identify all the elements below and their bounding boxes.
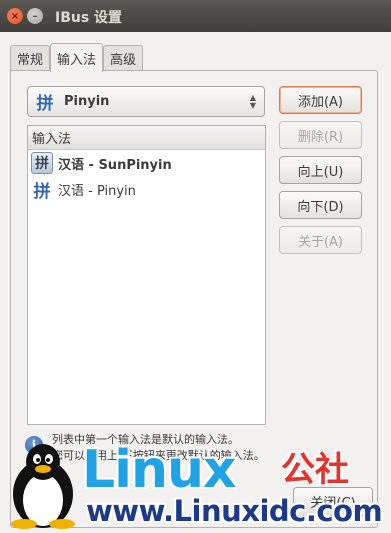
watermark-brand-cn: 公社: [281, 450, 349, 490]
remove-button[interactable]: 删除(R): [279, 121, 362, 149]
input-method-select[interactable]: 拼 Pinyin ▲ ▼: [27, 86, 265, 117]
input-method-select-value: Pinyin: [64, 94, 110, 109]
title-bar: × – IBus 设置: [0, 0, 391, 32]
list-column-header[interactable]: 输入法: [28, 126, 265, 150]
window-title: IBus 设置: [55, 10, 123, 26]
list-item-label: 汉语 - Pinyin: [58, 183, 136, 199]
pinyin-icon: 拼: [36, 94, 54, 114]
input-method-list[interactable]: 输入法 拼 汉语 - SunPinyin 拼 汉语 - Pinyin: [27, 125, 266, 425]
watermark-url: www.Linuxidc.com: [86, 494, 383, 528]
tab-bar: 常规 输入法 高级: [10, 43, 144, 72]
tab-advanced[interactable]: 高级: [103, 45, 144, 71]
watermark-brand: Linux: [82, 440, 237, 500]
minimize-window-button[interactable]: –: [27, 8, 43, 24]
close-window-button[interactable]: ×: [7, 8, 23, 24]
list-item[interactable]: 拼 汉语 - SunPinyin: [28, 150, 265, 176]
minimize-icon: –: [32, 10, 38, 22]
list-item-label: 汉语 - SunPinyin: [58, 157, 172, 173]
tab-general[interactable]: 常规: [10, 45, 51, 71]
tux-penguin-logo: [11, 444, 75, 529]
about-button[interactable]: 关于(A): [279, 226, 362, 254]
spin-arrows-icon: ▲ ▼: [249, 93, 256, 110]
move-up-button[interactable]: 向上(U): [279, 156, 362, 184]
sunpinyin-icon: 拼: [31, 152, 53, 174]
add-button[interactable]: 添加(A): [279, 86, 362, 114]
tab-input-method[interactable]: 输入法: [50, 43, 104, 72]
pinyin-icon: 拼: [33, 181, 51, 202]
move-down-button[interactable]: 向下(D): [279, 191, 362, 219]
close-icon: ×: [10, 10, 20, 22]
list-item[interactable]: 拼 汉语 - Pinyin: [28, 176, 265, 202]
